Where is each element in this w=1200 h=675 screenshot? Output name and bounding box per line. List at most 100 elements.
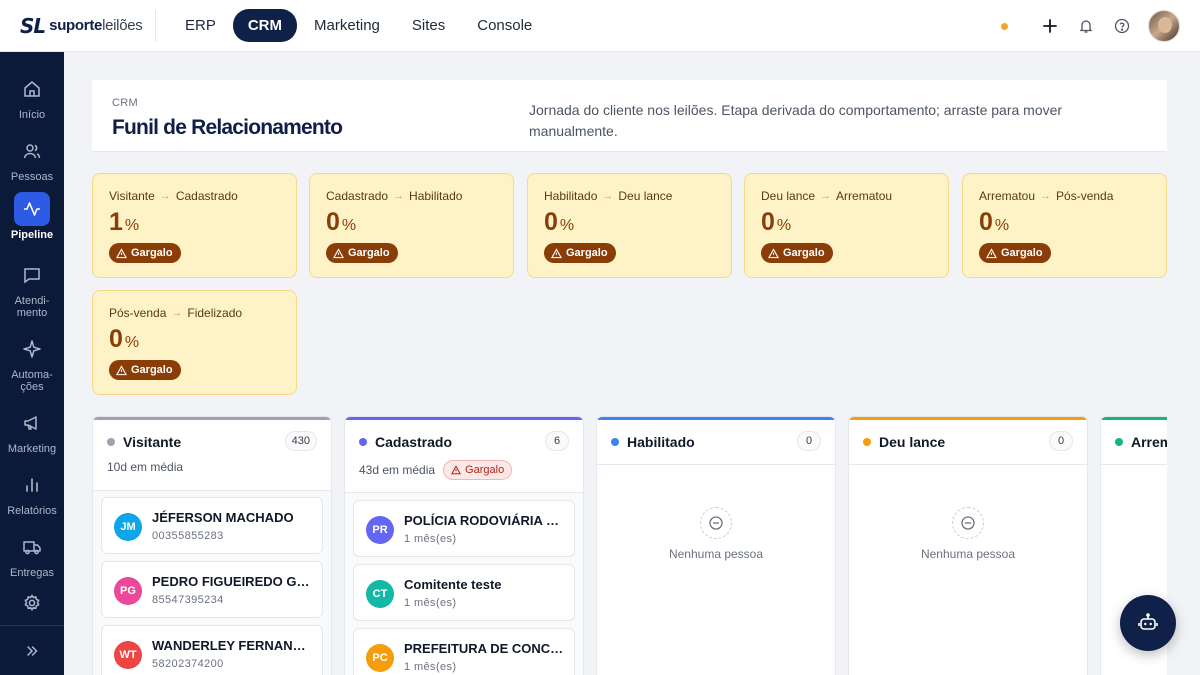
arrow-right-icon: → xyxy=(159,190,171,202)
stage-from: Habilitado xyxy=(544,189,598,203)
brand-logo[interactable]: SL suporteleilões xyxy=(0,9,156,42)
bottleneck-badge: Gargalo xyxy=(544,243,616,263)
add-button[interactable] xyxy=(1032,10,1068,42)
stage-from: Visitante xyxy=(109,189,155,203)
column-title: Deu lance xyxy=(879,434,946,450)
stage-from: Cadastrado xyxy=(326,189,389,203)
conversion-card: Habilitado → Deu lance 0% Gargalo xyxy=(527,173,732,278)
conversion-card: Visitante → Cadastrado 1% Gargalo xyxy=(92,173,297,278)
column-title: Arrematou xyxy=(1131,434,1167,450)
brand-mark: SL xyxy=(20,13,46,38)
arrow-right-icon: → xyxy=(602,190,614,202)
stage-to: Fidelizado xyxy=(187,306,243,320)
sidebar-item-label: Relatórios xyxy=(7,505,57,517)
person-name: PREFEITURA DE CONCEIÇÃO xyxy=(404,641,564,656)
conversion-value: 1 xyxy=(109,208,123,236)
nav-crm[interactable]: CRM xyxy=(232,9,298,42)
person-card[interactable]: PR POLÍCIA RODOVIÁRIA FEDERAL 1 mês(es) xyxy=(353,500,575,557)
column-body: JM JÉFERSON MACHADO 00355855283 PG PEDRO… xyxy=(93,491,331,675)
person-card[interactable]: PG PEDRO FIGUEIREDO GONÇALVES 8554739523… xyxy=(101,561,323,618)
warning-icon xyxy=(551,247,562,258)
top-bar: SL suporteleilões ERP CRM Marketing Site… xyxy=(0,0,1200,52)
person-card[interactable]: WT WANDERLEY FERNANDES TAVARES 582023742… xyxy=(101,625,323,675)
column-body: PR POLÍCIA RODOVIÁRIA FEDERAL 1 mês(es) … xyxy=(345,493,583,675)
assistant-button[interactable] xyxy=(1120,595,1176,651)
arrow-right-icon: → xyxy=(1040,190,1052,202)
warning-icon xyxy=(116,247,127,258)
conversion-unit: % xyxy=(776,217,792,234)
sidebar-item-entregas[interactable]: Entregas xyxy=(0,530,64,579)
warning-icon xyxy=(451,465,462,475)
stage-to: Arrematou xyxy=(836,189,893,203)
person-card[interactable]: PC PREFEITURA DE CONCEIÇÃO 1 mês(es) xyxy=(353,628,575,675)
sidebar-item-atendimento[interactable]: Atendi- mento xyxy=(0,258,64,319)
stage-dot xyxy=(611,438,619,446)
sidebar-item-pipeline[interactable]: Pipeline xyxy=(0,192,64,241)
empty-label: Nenhuma pessoa xyxy=(920,547,1016,561)
user-avatar[interactable] xyxy=(1148,10,1180,42)
notifications-button[interactable] xyxy=(1068,10,1104,42)
column-header[interactable]: Deu lance 0 xyxy=(849,420,1087,465)
conversion-value: 0 xyxy=(544,208,558,236)
column-header[interactable]: Arrematou xyxy=(1101,420,1167,465)
person-time: 1 mês(es) xyxy=(404,533,457,545)
bottleneck-badge: Gargalo xyxy=(443,460,513,480)
avatar: CT xyxy=(366,580,394,608)
person-time: 1 mês(es) xyxy=(404,661,457,673)
sidebar-item-settings[interactable] xyxy=(0,586,64,623)
stage-dot xyxy=(863,438,871,446)
sidebar-item-relatorios[interactable]: Relatórios xyxy=(0,468,64,517)
nav-sites[interactable]: Sites xyxy=(397,9,460,42)
person-card[interactable]: CT Comitente teste 1 mês(es) xyxy=(353,564,575,621)
sidebar-item-label: Marketing xyxy=(7,443,57,455)
sidebar-item-label: Início xyxy=(18,109,46,121)
nav-erp[interactable]: ERP xyxy=(170,9,231,42)
person-document: 58202374200 xyxy=(152,658,224,670)
column-header[interactable]: Habilitado 0 xyxy=(597,420,835,465)
chat-icon xyxy=(24,268,40,284)
nav-console[interactable]: Console xyxy=(462,9,547,42)
conversion-value: 0 xyxy=(979,208,993,236)
bell-icon xyxy=(1079,20,1093,33)
sidebar-item-label: Atendi- xyxy=(14,295,50,307)
conversion-unit: % xyxy=(341,217,357,234)
arrow-right-icon: → xyxy=(820,190,832,202)
person-card[interactable]: JM JÉFERSON MACHADO 00355855283 xyxy=(101,497,323,554)
stage-dot xyxy=(107,438,115,446)
stage-dot xyxy=(359,438,367,446)
kanban-column-cadastrado: Cadastrado 6 43d em média Gargalo PR POL… xyxy=(344,416,584,675)
main-content: CRM Funil de Relacionamento Jornada do c… xyxy=(64,52,1200,675)
bar-chart-icon xyxy=(26,478,38,492)
sidebar-expand-button[interactable] xyxy=(0,625,64,675)
column-title: Visitante xyxy=(123,434,182,450)
sidebar-item-marketing[interactable]: Marketing xyxy=(0,406,64,455)
sidebar-item-inicio[interactable]: Início xyxy=(0,72,64,121)
page-description: Jornada do cliente nos leilões. Etapa de… xyxy=(529,102,1063,139)
robot-icon xyxy=(1138,613,1158,630)
home-icon xyxy=(24,81,40,97)
arrow-right-icon: → xyxy=(393,190,405,202)
conversion-value: 0 xyxy=(109,325,123,353)
column-count: 430 xyxy=(284,431,317,451)
sidebar-item-automacoes[interactable]: Automa- ções xyxy=(0,332,64,393)
help-button[interactable] xyxy=(1104,10,1140,42)
person-name: JÉFERSON MACHADO xyxy=(152,510,294,525)
conversion-card: Cadastrado → Habilitado 0% Gargalo xyxy=(309,173,514,278)
avatar: PR xyxy=(366,516,394,544)
nav-marketing[interactable]: Marketing xyxy=(299,9,395,42)
module-nav: ERP CRM Marketing Sites Console xyxy=(170,9,547,42)
kanban-column-habilitado: Habilitado 0 Nenhuma pessoa xyxy=(596,416,836,675)
breadcrumb: CRM xyxy=(112,97,138,109)
avatar: WT xyxy=(114,641,142,669)
conversion-card: Deu lance → Arrematou 0% Gargalo xyxy=(744,173,949,278)
stage-from: Deu lance xyxy=(761,189,816,203)
kanban-column-visitante: Visitante 430 10d em média JM JÉFERSON M… xyxy=(92,416,332,675)
empty-state: Nenhuma pessoa xyxy=(849,507,1087,561)
sidebar-item-pessoas[interactable]: Pessoas xyxy=(0,134,64,183)
help-icon xyxy=(1114,18,1130,34)
warning-icon xyxy=(333,247,344,258)
stage-to: Habilitado xyxy=(409,189,463,203)
person-name: POLÍCIA RODOVIÁRIA FEDERAL xyxy=(404,513,564,528)
column-header[interactable]: Cadastrado 6 43d em média Gargalo xyxy=(345,420,583,493)
column-header[interactable]: Visitante 430 10d em média xyxy=(93,420,331,491)
